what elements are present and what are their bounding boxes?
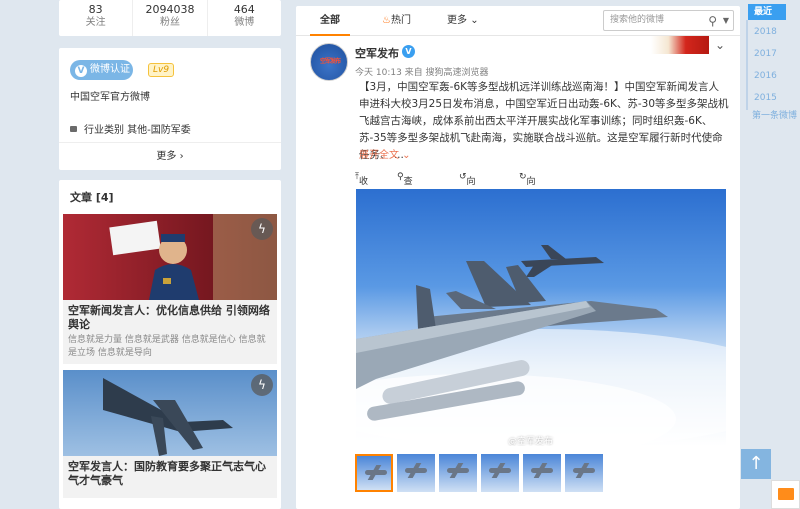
stat-posts[interactable]: 464 微博	[208, 0, 281, 36]
avatar[interactable]: 空军发布	[310, 43, 348, 81]
profile-more-link[interactable]: 更多 ›	[59, 142, 281, 170]
stat-followers[interactable]: 2094038 粉丝	[133, 0, 208, 36]
search-placeholder: 搜索他的微博	[610, 15, 665, 25]
expand-link[interactable]: 展开全文 ⌄	[359, 146, 411, 161]
tab-all[interactable]: 全部	[310, 6, 350, 36]
stat-label: 关注	[85, 17, 106, 28]
profile-description: 中国空军官方微博	[70, 92, 150, 103]
search-input[interactable]: 搜索他的微博 ⚲ ▼	[603, 10, 734, 31]
stat-label: 微博	[234, 17, 255, 28]
post-image[interactable]: @空军发布	[356, 189, 726, 446]
verify-label: 微博认证	[90, 64, 130, 75]
timeline-recent[interactable]: 最近	[748, 4, 786, 20]
level-badge[interactable]: Lv9	[148, 63, 175, 77]
profile-stats: 83 关注 2094038 粉丝 464 微博	[59, 0, 281, 36]
article-item[interactable]: ϟ 空军发言人：国防教育要多聚正气志气心气才气豪气	[63, 370, 277, 498]
dropdown-arrow-icon[interactable]: ▼	[723, 11, 729, 30]
tab-hot-label: 热门	[390, 15, 411, 26]
avatar-text: 空军发布	[319, 58, 341, 65]
chevron-down-icon: ⌄	[470, 15, 479, 26]
tab-more[interactable]: 更多 ⌄	[447, 6, 479, 36]
timeline-year[interactable]: 2018	[748, 24, 786, 40]
post-text: 【3月，中国空军轰-6K等多型战机远洋训练战巡南海！】中国空军新闻发言人申进科大…	[359, 81, 729, 161]
stat-value: 464	[233, 3, 255, 16]
lightning-icon: ϟ	[251, 218, 273, 240]
view-large-button[interactable]: ⚲ 查看大图	[397, 172, 413, 226]
profile-industry: 行业类别 其他-国防军委	[70, 121, 191, 136]
search-icon[interactable]: ⚲	[708, 12, 717, 31]
arrow-up-icon[interactable]: ↑	[741, 449, 771, 479]
mail-button[interactable]	[771, 480, 800, 509]
timeline-year[interactable]: 2017	[748, 46, 786, 62]
article-title: 空军新闻发言人：优化信息供给 引领网络舆论	[68, 304, 270, 331]
timeline-year[interactable]: 2015	[748, 90, 786, 106]
thumbnail[interactable]	[481, 454, 519, 492]
image-toolbar: ⤒ 收起 ⚲ 查看大图 ↺ 向左旋转 ↻ 向右旋转	[355, 170, 725, 226]
flame-icon: ♨	[382, 15, 391, 26]
post-username[interactable]: 空军发布	[355, 45, 399, 61]
stat-value: 2094038	[145, 3, 195, 16]
feed-card: 全部 ♨热门 更多 ⌄ 搜索他的微博 ⚲ ▼ 空军发布 空军发布 V 今天 10…	[296, 6, 740, 509]
thumbnail[interactable]	[439, 454, 477, 492]
stat-label: 粉丝	[159, 17, 180, 28]
stat-value: 83	[88, 3, 103, 16]
timeline-first-post[interactable]: 第一条微博	[752, 108, 797, 121]
verified-icon: V	[75, 65, 87, 77]
verify-badge[interactable]: V 微博认证	[70, 60, 133, 80]
article-image: ϟ	[63, 214, 277, 300]
stat-following[interactable]: 83 关注	[59, 0, 134, 36]
article-item[interactable]: ϟ 空军新闻发言人：优化信息供给 引领网络舆论 信息就是力量 信息就是武器 信息…	[63, 214, 277, 364]
thumbnail[interactable]	[397, 454, 435, 492]
articles-title: 文章 [4]	[70, 191, 114, 204]
rotate-right-button[interactable]: ↻ 向右旋转	[519, 172, 536, 226]
mail-icon	[778, 488, 794, 500]
profile-info-card: V 微博认证 Lv9 中国空军官方微博 行业类别 其他-国防军委 更多 ›	[59, 48, 281, 170]
industry-text: 行业类别 其他-国防军委	[84, 125, 191, 136]
article-image: ϟ	[63, 370, 277, 456]
thumbnail[interactable]	[355, 454, 393, 492]
briefcase-icon	[70, 126, 77, 132]
thumbnail[interactable]	[565, 454, 603, 492]
thumbnail-strip	[355, 454, 715, 494]
timeline-year[interactable]: 2016	[748, 68, 786, 84]
article-title: 空军发言人：国防教育要多聚正气志气心气才气豪气	[68, 460, 266, 487]
thumbnail[interactable]	[523, 454, 561, 492]
tab-more-label: 更多	[447, 15, 467, 26]
post-meta[interactable]: 今天 10:13 来自 搜狗高速浏览器	[355, 65, 489, 78]
articles-card: 文章 [4] ϟ 空军新闻发言人：优化信息供给 引领网络舆论 信息就是力量 信息…	[59, 180, 281, 509]
decorative-banner	[651, 36, 709, 54]
tab-hot[interactable]: ♨热门	[382, 6, 411, 36]
collapse-button[interactable]: ⤒ 收起	[355, 172, 368, 200]
feed-tabs: 全部 ♨热门 更多 ⌄ 搜索他的微博 ⚲ ▼	[296, 6, 740, 36]
rotate-left-button[interactable]: ↺ 向左旋转	[459, 172, 476, 226]
article-snippet: 信息就是力量 信息就是武器 信息就是信心 信息就是立场 信息就是导向	[68, 335, 266, 358]
chevron-down-icon[interactable]: ⌄	[715, 38, 725, 52]
lightning-icon: ϟ	[251, 374, 273, 396]
verified-icon: V	[402, 45, 415, 58]
image-watermark: @空军发布	[508, 437, 554, 446]
